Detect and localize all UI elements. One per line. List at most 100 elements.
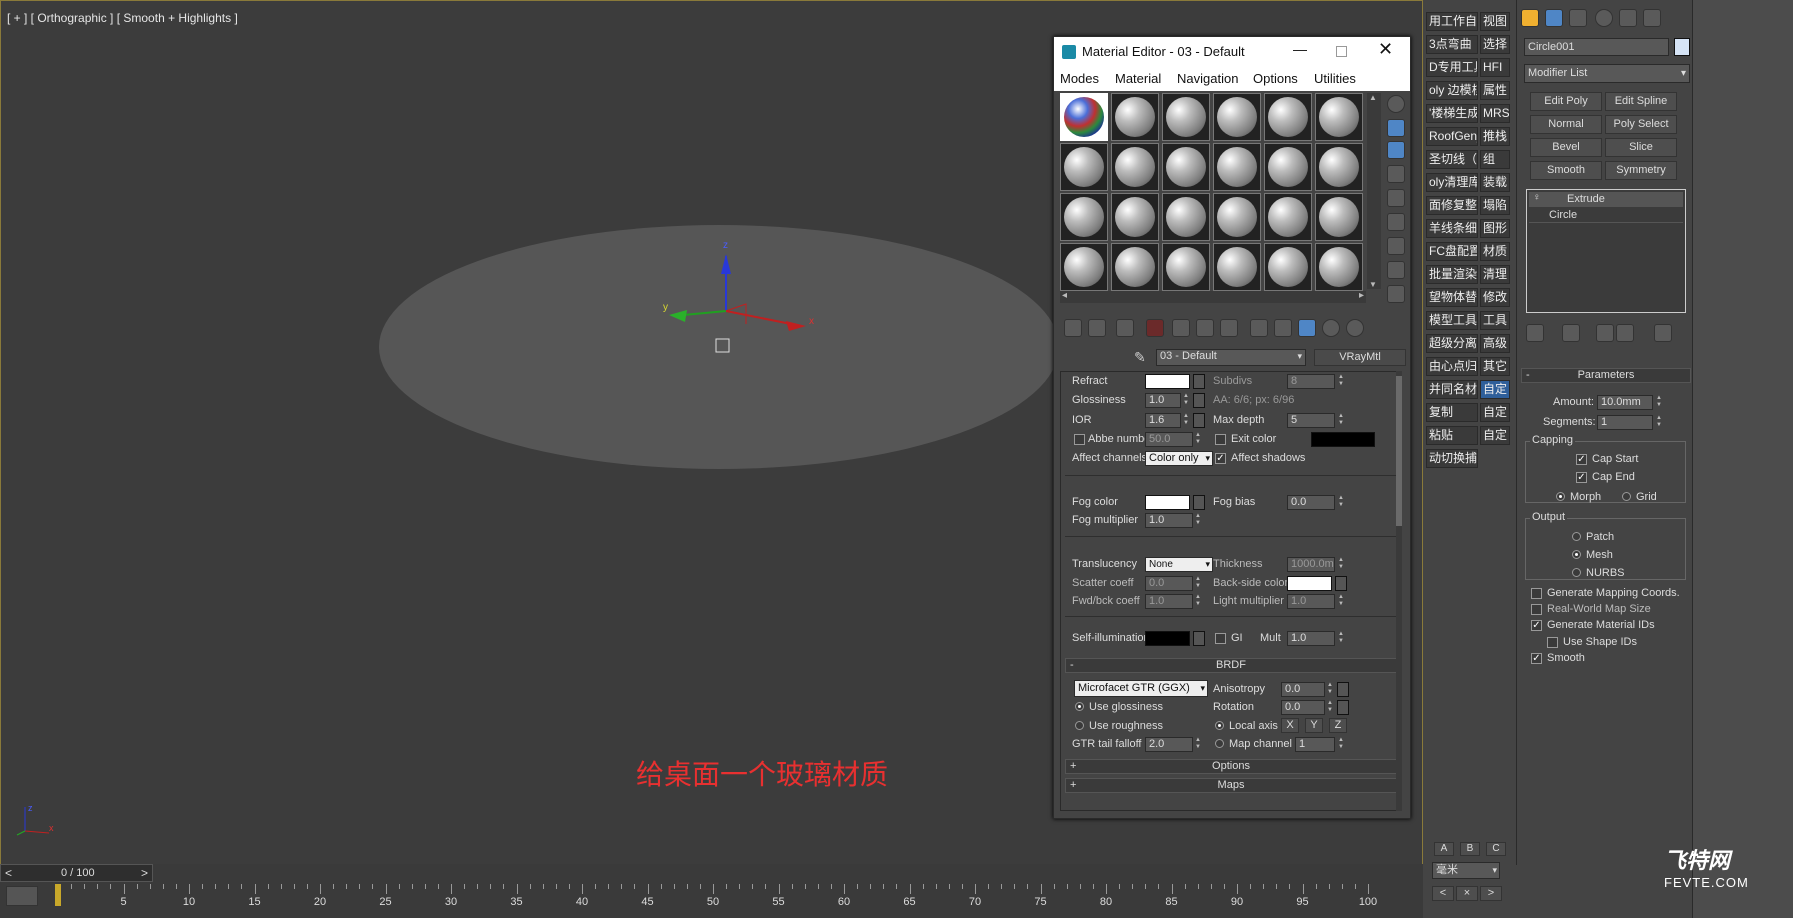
subdivs-spinner[interactable]: ▲ ▼ — [1337, 374, 1345, 389]
go-to-parent-icon[interactable] — [1298, 319, 1316, 337]
fog-multiplier-spinner[interactable]: ▲ ▼ — [1194, 513, 1202, 528]
thickness-spinner[interactable]: ▲ ▼ — [1337, 557, 1345, 572]
fog-bias-spinner[interactable]: ▲ ▼ — [1337, 495, 1345, 510]
back-side-color-swatch[interactable] — [1287, 576, 1332, 591]
brdf-type-dropdown[interactable]: Microfacet GTR (GGX) ▾ — [1074, 680, 1208, 697]
menu-options[interactable]: Options — [1253, 71, 1298, 86]
viewport-label[interactable]: [ + ] [ Orthographic ] [ Smooth + Highli… — [7, 11, 238, 25]
material-sample-slot[interactable] — [1111, 143, 1159, 191]
refract-map-button[interactable] — [1193, 374, 1205, 389]
timeline-ruler[interactable]: 0510152025303540455055606570758085909510… — [55, 884, 1394, 910]
script-category-button[interactable]: 高级 — [1480, 334, 1510, 353]
slots-horizontal-scrollbar[interactable]: ◂ ▸ — [1060, 290, 1366, 303]
pin-stack-icon[interactable] — [1526, 324, 1544, 342]
grid-radio[interactable] — [1622, 492, 1631, 501]
slots-vertical-scrollbar[interactable]: ▲ ▼ — [1367, 93, 1381, 289]
stack-item-extrude[interactable]: ♀ Extrude — [1529, 192, 1683, 207]
abc-c-button[interactable]: C — [1486, 842, 1506, 856]
axis-y-button[interactable]: Y — [1305, 718, 1323, 733]
script-category-button[interactable]: 塌陷 — [1480, 196, 1510, 215]
script-button[interactable]: RoofGen_ — [1426, 127, 1478, 146]
scrollbar-thumb[interactable] — [1396, 376, 1402, 526]
script-category-button[interactable]: 自定 — [1480, 380, 1510, 399]
light-multiplier-field[interactable]: 1.0 — [1287, 594, 1335, 609]
bevel-button[interactable]: Bevel — [1530, 138, 1602, 157]
map-channel-radio[interactable] — [1215, 739, 1224, 748]
stack-item-circle[interactable]: Circle — [1529, 208, 1683, 223]
self-illumination-map-button[interactable] — [1193, 631, 1205, 646]
material-sample-slot[interactable] — [1315, 93, 1363, 141]
gtr-tail-field[interactable]: 2.0 — [1145, 737, 1193, 752]
script-category-button[interactable]: 材质 — [1480, 242, 1510, 261]
edit-poly-button[interactable]: Edit Poly — [1530, 92, 1602, 111]
affect-channels-dropdown[interactable]: Color only ▾ — [1145, 451, 1213, 466]
time-slider[interactable]: < 0 / 100 > — [0, 864, 153, 882]
script-category-button[interactable]: 组 — [1480, 150, 1510, 169]
hierarchy-tab-icon[interactable] — [1569, 9, 1587, 27]
material-editor-window[interactable]: Material Editor - 03 - Default — ✕ Modes… — [1053, 36, 1411, 819]
script-button[interactable]: 超级分离 — [1426, 334, 1478, 353]
symmetry-button[interactable]: Symmetry — [1605, 161, 1677, 180]
gtr-tail-spinner[interactable]: ▲ ▼ — [1194, 737, 1202, 752]
material-sample-slot[interactable] — [1264, 93, 1312, 141]
abc-b-button[interactable]: B — [1460, 842, 1480, 856]
material-sample-slot[interactable] — [1213, 143, 1261, 191]
scroll-up-icon[interactable]: ▲ — [1369, 93, 1377, 102]
script-button[interactable]: 并同名材 — [1426, 380, 1478, 399]
material-sample-slot[interactable] — [1213, 243, 1261, 291]
show-end-result-icon[interactable] — [1274, 319, 1292, 337]
modifier-stack[interactable]: ♀ Extrude Circle — [1526, 189, 1686, 313]
abc-a-button[interactable]: A — [1434, 842, 1454, 856]
remove-modifier-icon[interactable] — [1616, 324, 1634, 342]
script-button[interactable]: oly 边模核 — [1426, 81, 1478, 100]
menu-navigation[interactable]: Navigation — [1177, 71, 1238, 86]
use-glossiness-radio[interactable] — [1075, 702, 1084, 711]
material-sample-slot[interactable] — [1315, 143, 1363, 191]
map-channel-spinner[interactable]: ▲ ▼ — [1337, 737, 1345, 752]
material-sample-slot[interactable] — [1111, 93, 1159, 141]
brdf-rollout-header[interactable]: - BRDF — [1065, 658, 1397, 673]
reset-map-icon[interactable] — [1146, 319, 1164, 337]
fog-color-map-button[interactable] — [1193, 495, 1205, 510]
edit-spline-button[interactable]: Edit Spline — [1605, 92, 1677, 111]
script-category-button[interactable]: 装载 — [1480, 173, 1510, 192]
abbe-checkbox[interactable] — [1074, 434, 1085, 445]
material-sample-slot[interactable] — [1162, 93, 1210, 141]
select-by-material-icon[interactable] — [1387, 261, 1405, 279]
exit-color-swatch[interactable] — [1311, 432, 1375, 447]
script-button[interactable]: FC盘配置 — [1426, 242, 1478, 261]
abbe-spinner[interactable]: ▲ ▼ — [1194, 432, 1202, 447]
modify-tab-icon[interactable] — [1545, 9, 1563, 27]
lightbulb-icon[interactable]: ♀ — [1533, 192, 1541, 203]
smooth-checkbox[interactable]: ✓ — [1531, 653, 1542, 664]
eyedropper-icon[interactable]: ✎ — [1134, 349, 1146, 366]
menu-utilities[interactable]: Utilities — [1314, 71, 1356, 86]
thickness-field[interactable]: 1000.0mm — [1287, 557, 1335, 572]
fog-multiplier-field[interactable]: 1.0 — [1145, 513, 1193, 528]
material-sample-slot[interactable] — [1060, 243, 1108, 291]
go-forward-sibling-icon[interactable] — [1322, 319, 1340, 337]
light-multiplier-spinner[interactable]: ▲ ▼ — [1337, 594, 1345, 609]
make-unique-icon[interactable] — [1172, 319, 1190, 337]
script-category-button[interactable]: 推栈 — [1480, 127, 1510, 146]
script-button[interactable]: 羊线条细分 — [1426, 219, 1478, 238]
max-depth-spinner[interactable]: ▲ ▼ — [1337, 413, 1345, 428]
gen-mat-ids-checkbox[interactable]: ✓ — [1531, 620, 1542, 631]
script-button[interactable]: oly清理库 — [1426, 173, 1478, 192]
make-preview-icon[interactable] — [1387, 213, 1405, 231]
assign-to-selection-icon[interactable] — [1116, 319, 1134, 337]
script-button[interactable]: 批量渲染 — [1426, 265, 1478, 284]
script-category-button[interactable]: MRS — [1480, 104, 1510, 123]
affect-shadows-checkbox[interactable]: ✓ — [1215, 453, 1226, 464]
script-button[interactable]: 圣切线（U — [1426, 150, 1478, 169]
slice-button[interactable]: Slice — [1605, 138, 1677, 157]
object-color-swatch[interactable] — [1674, 38, 1690, 56]
mesh-radio[interactable] — [1572, 550, 1581, 559]
anisotropy-map-button[interactable] — [1337, 682, 1349, 697]
script-button[interactable]: 3点弯曲 — [1426, 35, 1478, 54]
mult-spinner[interactable]: ▲ ▼ — [1337, 631, 1345, 646]
abbe-field[interactable]: 50.0 — [1145, 432, 1193, 447]
maps-rollout-header[interactable]: + Maps — [1065, 778, 1397, 793]
map-channel-field[interactable]: 1 — [1295, 737, 1335, 752]
glossiness-map-button[interactable] — [1193, 393, 1205, 408]
